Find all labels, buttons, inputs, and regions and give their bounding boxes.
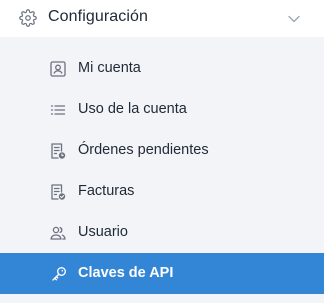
menu-item-label: Claves de API: [78, 265, 174, 281]
menu-item-claves-de-api[interactable]: Claves de API: [0, 253, 324, 294]
id-card-icon: [49, 60, 67, 78]
configuration-header[interactable]: Configuración: [0, 0, 324, 37]
gear-icon: [19, 9, 37, 27]
menu-item-label: Usuario: [78, 224, 128, 240]
menu-item-label: Mi cuenta: [78, 60, 141, 76]
key-icon: [50, 265, 68, 283]
menu-item-usuario[interactable]: Usuario: [0, 212, 324, 253]
menu-item-mi-cuenta[interactable]: Mi cuenta: [0, 48, 324, 89]
users-icon: [49, 224, 67, 242]
chevron-down-icon[interactable]: [287, 12, 301, 26]
document-clock-icon: [49, 142, 67, 160]
menu-item-ordenes-pendientes[interactable]: Órdenes pendientes: [0, 130, 324, 171]
menu-item-uso-de-la-cuenta[interactable]: Uso de la cuenta: [0, 89, 324, 130]
document-check-icon: [49, 183, 67, 201]
menu-item-label: Facturas: [78, 183, 135, 199]
menu-item-label: Órdenes pendientes: [78, 142, 209, 158]
menu-item-facturas[interactable]: Facturas: [0, 171, 324, 212]
configuration-submenu: Mi cuenta Uso de la cuenta Órdenes pendi…: [0, 37, 324, 303]
configuration-title: Configuración: [48, 8, 149, 25]
list-icon: [49, 101, 67, 119]
menu-item-label: Uso de la cuenta: [78, 101, 187, 117]
